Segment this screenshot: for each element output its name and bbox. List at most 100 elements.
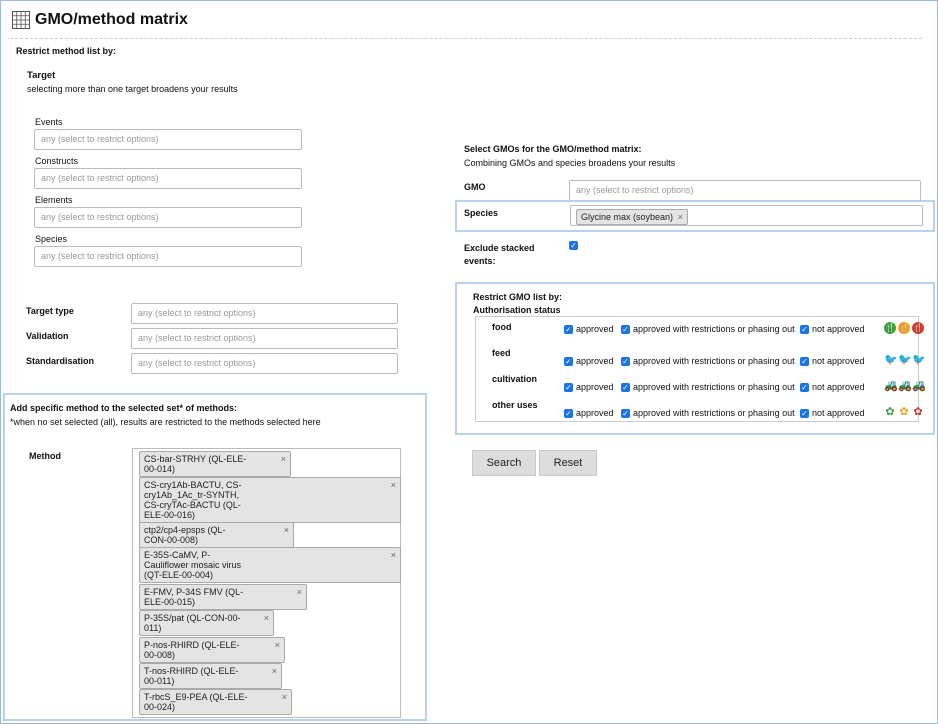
validation-input[interactable]: any (select to restrict options)	[131, 328, 398, 349]
authorisation-option[interactable]: ✓ not approved	[800, 408, 865, 419]
species-tag[interactable]: Glycine max (soybean) ×	[576, 209, 689, 225]
authorisation-option-label: not approved	[812, 408, 865, 418]
bird-icon: 🐦	[912, 354, 926, 366]
authorisation-checkbox[interactable]: ✓	[800, 409, 809, 419]
page-header: GMO/method matrix	[12, 11, 188, 29]
method-tag[interactable]: E-35S-CaMV, P- Cauliflower mosaic virus (Q…	[139, 547, 401, 583]
fork-knife-icon: 🍴	[912, 322, 924, 334]
authorisation-checkbox[interactable]: ✓	[800, 357, 809, 367]
remove-tag-icon[interactable]: ×	[281, 454, 286, 464]
method-tag[interactable]: ctp2/cp4-epsps (QL- CON-00-008) ×	[139, 522, 294, 548]
exclude-stacked-label: Exclude stacked events:	[464, 243, 535, 266]
method-tag-label: CON-00-008)	[144, 535, 199, 545]
authorisation-checkbox[interactable]: ✓	[621, 409, 630, 419]
constructs-input[interactable]: any (select to restrict options)	[34, 168, 302, 189]
authorisation-option[interactable]: ✓ approved with restrictions or phasing o…	[621, 324, 795, 335]
method-tag-label: T-rbcS_E9-PEA (QL-ELE-	[144, 692, 248, 702]
method-tag[interactable]: P-35S/pat (QL-CON-00- 011) ×	[139, 610, 274, 636]
remove-tag-icon[interactable]: ×	[264, 613, 269, 623]
authorisation-checkbox[interactable]: ✓	[800, 325, 809, 335]
flower-icon: ✿	[913, 406, 923, 418]
fork-knife-icon: 🍴	[884, 322, 896, 334]
method-tag-label: E-35S-CaMV, P-	[144, 550, 211, 560]
method-tag[interactable]: E-FMV, P-34S FMV (QL- ELE-00-015) ×	[139, 584, 307, 610]
authorisation-checkbox[interactable]: ✓	[564, 325, 573, 335]
gmo-input[interactable]: any (select to restrict options)	[569, 180, 921, 201]
authorisation-option-label: not approved	[812, 382, 865, 392]
remove-tag-icon[interactable]: ×	[272, 666, 277, 676]
remove-tag-icon[interactable]: ×	[275, 640, 280, 650]
authorisation-checkbox[interactable]: ✓	[564, 383, 573, 393]
authorisation-row: food ✓ approved ✓ approved with restrictions…	[476, 321, 924, 341]
method-select[interactable]: CS-bar-STRHY (QL-ELE- 00-014) × CS-cry1Ab-B…	[132, 448, 401, 718]
remove-tag-icon[interactable]: ×	[391, 480, 396, 490]
authorisation-option[interactable]: ✓ not approved	[800, 382, 865, 393]
gmo-select-hint: Combining GMOs and species broadens your…	[464, 158, 676, 168]
authorisation-option[interactable]: ✓ not approved	[800, 356, 865, 367]
method-tag-label: ELE-00-016)	[144, 510, 196, 520]
authorisation-option[interactable]: ✓ not approved	[800, 324, 865, 335]
authorisation-checkbox[interactable]: ✓	[621, 325, 630, 335]
authorisation-option[interactable]: ✓ approved with restrictions or phasing o…	[621, 382, 795, 393]
authorisation-icons: 🚜 🚜 🚜	[884, 380, 926, 392]
flower-icon: ✿	[885, 406, 895, 418]
method-tag[interactable]: CS-bar-STRHY (QL-ELE- 00-014) ×	[139, 451, 291, 477]
validation-label: Validation	[26, 331, 69, 341]
method-tag-label: CS-cryTAc-BACTU (QL-	[144, 500, 241, 510]
species-input[interactable]: Glycine max (soybean) ×	[570, 205, 923, 226]
gmo-label: GMO	[464, 182, 486, 192]
authorisation-checkbox[interactable]: ✓	[621, 383, 630, 393]
authorisation-row-label: feed	[492, 348, 511, 358]
method-tag[interactable]: P-nos-RHIRD (QL-ELE- 00-008) ×	[139, 637, 285, 663]
exclude-stacked-checkbox[interactable]: ✓	[569, 241, 578, 250]
bird-icon: 🐦	[884, 354, 898, 366]
events-input[interactable]: any (select to restrict options)	[34, 129, 302, 150]
tractor-icon: 🚜	[912, 380, 926, 392]
elements-input[interactable]: any (select to restrict options)	[34, 207, 302, 228]
authorisation-option[interactable]: ✓ approved	[564, 356, 614, 367]
remove-tag-icon[interactable]: ×	[678, 212, 683, 222]
target-type-label: Target type	[26, 306, 74, 316]
remove-tag-icon[interactable]: ×	[284, 525, 289, 535]
bird-icon: 🐦	[898, 354, 912, 366]
tractor-icon: 🚜	[898, 380, 912, 392]
target-species-label: Species	[35, 234, 68, 244]
standardisation-input[interactable]: any (select to restrict options)	[131, 353, 398, 374]
authorisation-row-label: cultivation	[492, 374, 538, 384]
target-type-input[interactable]: any (select to restrict options)	[131, 303, 398, 324]
reset-button[interactable]: Reset	[539, 450, 597, 476]
method-tag[interactable]: CS-cry1Ab-BACTU, CS-cry1Ab_1Ac_tr-SYNTH,…	[139, 477, 401, 523]
method-panel: Add specific method to the selected set*…	[3, 393, 427, 721]
remove-tag-icon[interactable]: ×	[282, 692, 287, 702]
restrict-method-heading: Restrict method list by:	[16, 46, 117, 56]
target-heading: Target	[27, 70, 56, 81]
species-panel: Species Glycine max (soybean) ×	[455, 200, 935, 232]
method-tag-label: CS-cry1Ab-BACTU, CS-	[144, 480, 242, 490]
authorisation-option[interactable]: ✓ approved with restrictions or phasing o…	[621, 356, 795, 367]
authorisation-option[interactable]: ✓ approved	[564, 408, 614, 419]
search-button[interactable]: Search	[472, 450, 536, 476]
authorisation-option[interactable]: ✓ approved	[564, 324, 614, 335]
target-species-input[interactable]: any (select to restrict options)	[34, 246, 302, 267]
authorisation-option-label: approved	[576, 324, 614, 334]
method-tag-label: P-nos-RHIRD (QL-ELE-	[144, 640, 240, 650]
fork-knife-icon: 🍴	[898, 322, 910, 334]
authorisation-table: food ✓ approved ✓ approved with restrictions…	[475, 316, 926, 422]
method-tag[interactable]: T-rbcS_E9-PEA (QL-ELE- 00-024) ×	[139, 689, 292, 715]
authorisation-checkbox[interactable]: ✓	[564, 357, 573, 367]
authorisation-checkbox[interactable]: ✓	[564, 409, 573, 419]
authorisation-row-label: food	[492, 322, 512, 332]
authorisation-option[interactable]: ✓ approved	[564, 382, 614, 393]
authorisation-option-label: approved with restrictions or phasing ou…	[633, 382, 795, 392]
page-title: GMO/method matrix	[35, 11, 188, 28]
authorisation-checkbox[interactable]: ✓	[621, 357, 630, 367]
method-tag[interactable]: T-nos-RHIRD (QL-ELE- 00-011) ×	[139, 663, 282, 689]
remove-tag-icon[interactable]: ×	[391, 550, 396, 560]
matrix-grid-icon	[12, 11, 30, 29]
method-label: Method	[29, 451, 61, 461]
authorisation-option-label: approved with restrictions or phasing ou…	[633, 356, 795, 366]
authorisation-option-label: approved with restrictions or phasing ou…	[633, 324, 795, 334]
remove-tag-icon[interactable]: ×	[297, 587, 302, 597]
authorisation-option[interactable]: ✓ approved with restrictions or phasing o…	[621, 408, 795, 419]
authorisation-checkbox[interactable]: ✓	[800, 383, 809, 393]
